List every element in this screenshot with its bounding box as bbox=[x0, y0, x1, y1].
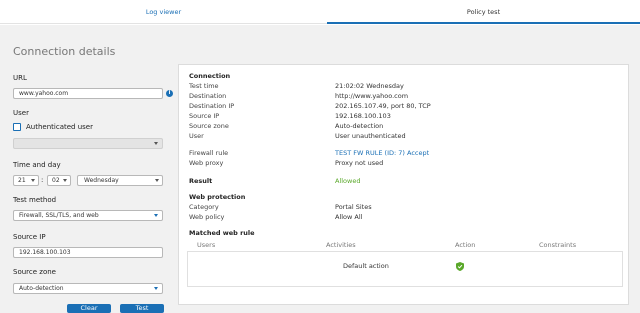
shield-check-icon bbox=[456, 262, 464, 271]
connection-heading: Connection bbox=[189, 72, 231, 80]
web-proxy-key: Web proxy bbox=[189, 159, 224, 167]
default-action-label: Default action bbox=[343, 262, 389, 270]
user-key: User bbox=[189, 132, 204, 140]
web-policy-key: Web policy bbox=[189, 213, 225, 221]
firewall-rule-key: Firewall rule bbox=[189, 149, 229, 157]
test-time-key: Test time bbox=[189, 82, 219, 90]
tab-log-viewer[interactable]: Log viewer bbox=[0, 0, 327, 24]
clear-button[interactable]: Clear bbox=[67, 304, 111, 313]
test-button[interactable]: Test bbox=[120, 304, 164, 313]
hour-select[interactable]: 21 bbox=[13, 175, 39, 186]
source-zone-select[interactable]: Auto-detection bbox=[13, 283, 163, 294]
source-zone-label: Source zone bbox=[13, 268, 56, 276]
destination-value: http://www.yahoo.com bbox=[335, 92, 409, 100]
web-protection-heading: Web protection bbox=[189, 193, 246, 201]
test-time-value: 21:02:02 Wednesday bbox=[335, 82, 404, 90]
category-value: Portal Sites bbox=[335, 203, 372, 211]
info-icon[interactable]: i bbox=[166, 90, 173, 97]
source-ip-key: Source IP bbox=[189, 112, 220, 120]
column-constraints: Constraints bbox=[539, 241, 577, 249]
matched-rule-table bbox=[187, 251, 623, 287]
day-select[interactable]: Wednesday bbox=[77, 175, 163, 186]
destination-key: Destination bbox=[189, 92, 227, 100]
tab-bar: Log viewer Policy test bbox=[0, 0, 640, 24]
source-ip-label: Source IP bbox=[13, 233, 46, 241]
time-label: Time and day bbox=[13, 161, 61, 169]
column-action: Action bbox=[455, 241, 476, 249]
user-value: User unauthenticated bbox=[335, 132, 406, 140]
user-select bbox=[13, 138, 163, 149]
column-users: Users bbox=[197, 241, 216, 249]
destination-ip-value: 202.165.107.49, port 80, TCP bbox=[335, 102, 431, 110]
authenticated-user-checkbox[interactable] bbox=[13, 123, 21, 131]
minute-select[interactable]: 02 bbox=[47, 175, 71, 186]
firewall-rule-link[interactable]: TEST FW RULE (ID: 7) Accept bbox=[335, 149, 429, 157]
user-label: User bbox=[13, 109, 29, 117]
test-method-label: Test method bbox=[13, 196, 57, 204]
web-proxy-value: Proxy not used bbox=[335, 159, 384, 167]
web-policy-value: Allow All bbox=[335, 213, 363, 221]
test-method-select[interactable]: Firewall, SSL/TLS, and web bbox=[13, 210, 163, 221]
source-zone-value: Auto-detection bbox=[335, 122, 384, 130]
result-value: Allowed bbox=[335, 177, 361, 185]
result-panel: Connection Test time 21:02:02 Wednesday … bbox=[178, 64, 629, 305]
source-zone-key: Source zone bbox=[189, 122, 229, 130]
column-activities: Activities bbox=[326, 241, 356, 249]
result-key: Result bbox=[189, 177, 213, 185]
source-ip-value: 192.168.100.103 bbox=[335, 112, 391, 120]
matched-rule-heading: Matched web rule bbox=[189, 229, 255, 237]
source-ip-input[interactable]: 192.168.100.103 bbox=[13, 247, 163, 258]
destination-ip-key: Destination IP bbox=[189, 102, 235, 110]
url-label: URL bbox=[13, 74, 27, 82]
authenticated-user-label: Authenticated user bbox=[26, 123, 93, 131]
time-separator: : bbox=[41, 176, 44, 184]
url-input[interactable]: www.yahoo.com bbox=[13, 88, 163, 99]
category-key: Category bbox=[189, 203, 219, 211]
tab-policy-test[interactable]: Policy test bbox=[327, 0, 640, 24]
page-title: Connection details bbox=[13, 45, 116, 58]
